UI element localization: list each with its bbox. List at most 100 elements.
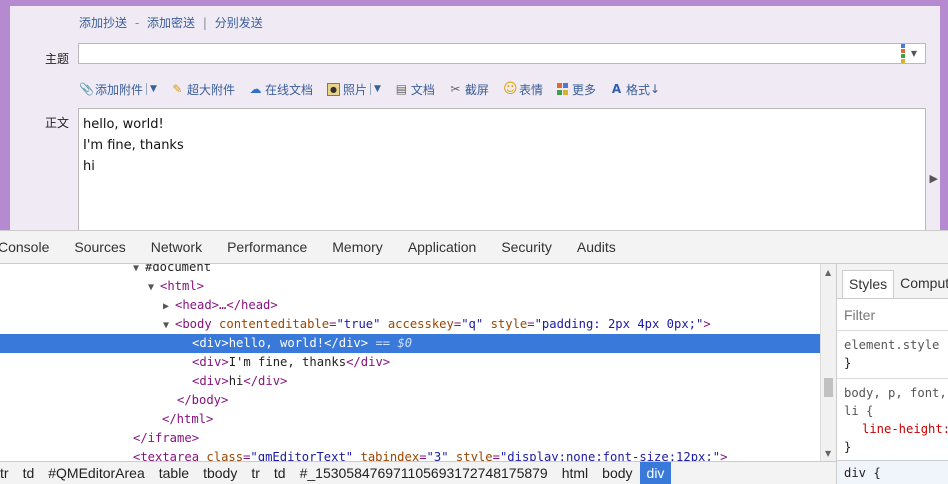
node-tag: > [720,450,728,461]
rule-selector[interactable]: body, p, font, [844,384,948,402]
cc-links: 添加抄送 - 添加密送 | 分别发送 [79,14,263,31]
breadcrumb-item[interactable]: tr [244,462,267,484]
emoji-button[interactable]: ☺ 表情 [503,81,543,98]
rule-selector[interactable]: li { [844,402,948,420]
dom-node-html-close[interactable]: </html> [0,410,820,429]
breadcrumb-item[interactable]: table [152,462,196,484]
node-tag: </iframe> [133,431,200,445]
subject-format-grid-icon[interactable]: ▼ [901,44,917,63]
elements-tree: ▼ #document ▼ <html> ▶ <head>…</head> ▼ <bod… [0,264,820,461]
node-tag: </div> [324,336,369,350]
collapse-triangle-icon[interactable]: ▼ [133,264,145,278]
rule-close: } [844,440,852,454]
add-cc-link[interactable]: 添加抄送 [79,16,127,30]
window-frame-right [940,0,948,230]
tab-computed[interactable]: Computed [894,270,948,298]
large-attachment-button[interactable]: ✎ 超大附件 [171,81,235,98]
add-attachment-label: 添加附件 [95,82,144,97]
rule-selector[interactable]: element.style { [844,336,948,354]
document-label: 文档 [410,82,435,97]
subject-input[interactable]: ▼ [78,43,926,64]
scroll-up-icon[interactable]: ▲ [825,268,831,277]
tab-sources[interactable]: Sources [74,239,125,255]
tab-security[interactable]: Security [501,239,552,255]
tab-memory[interactable]: Memory [332,239,383,255]
styles-filter-input[interactable]: Filter [837,299,948,331]
online-doc-icon: ☁ [249,81,262,96]
mail-compose-panel: ▶ 添加抄送 - 添加密送 | 分别发送 主题 ▼ 📎 添加附件 ▼ ✎ 超大附… [0,0,948,232]
send-separately-link[interactable]: 分别发送 [215,16,263,30]
breadcrumb-item[interactable]: td [267,462,293,484]
format-button[interactable]: A 格式 ↓ [610,81,660,98]
dom-node-html[interactable]: ▼ <html> [0,277,820,296]
add-bcc-link[interactable]: 添加密送 [147,16,195,30]
breadcrumb-item[interactable]: tr [0,462,16,484]
document-button[interactable]: ▤ 文档 [395,81,435,98]
subject-label: 主题 [45,52,70,66]
dom-node-textarea[interactable]: <textarea class="qmEditorText" tabindex=… [0,448,820,461]
breadcrumb-item[interactable]: body [595,462,639,484]
rule-property[interactable]: line-height: [844,420,948,438]
scroll-down-icon[interactable]: ▼ [825,449,831,458]
more-grid-icon [556,83,569,95]
breadcrumb-item[interactable]: #_153058476971105693172748175879 [293,462,555,484]
dom-node-document[interactable]: ▼ #document [0,264,820,277]
document-icon: ▤ [395,81,408,96]
more-button[interactable]: 更多 [556,81,596,98]
tab-console[interactable]: Console [0,239,49,255]
expand-arrow-icon[interactable]: ▶ [930,172,938,185]
attr-value: "display:none;font-size:12px;" [499,450,721,461]
style-rule-div[interactable]: div { [837,460,948,484]
dom-node-head[interactable]: ▶ <head>…</head> [0,296,820,315]
photo-button[interactable]: ● 照片 ▼ [326,81,381,98]
tab-styles[interactable]: Styles [842,270,895,298]
attr-name: class [206,450,244,461]
node-tag: </div> [346,355,391,369]
node-text: I'm fine, thanks [228,355,347,369]
smiley-icon: ☺ [502,80,518,97]
collapse-triangle-icon[interactable]: ▼ [163,316,175,335]
dom-node-iframe-close[interactable]: </iframe> [0,429,820,448]
tab-network[interactable]: Network [151,239,202,255]
dom-node-body[interactable]: ▼ <body contenteditable="true" accesskey=… [0,315,820,334]
link-separator: | [202,16,207,30]
dom-node-div[interactable]: <div>hi</div> [0,372,820,391]
screenshot-label: 截屏 [464,82,489,97]
node-tag: <head>…</head> [175,298,278,312]
dom-node-div[interactable]: <div>I'm fine, thanks</div> [0,353,820,372]
dom-node-body-close[interactable]: </body> [0,391,820,410]
node-tag: <textarea [133,450,200,461]
breadcrumb-item[interactable]: html [555,462,595,484]
online-doc-label: 在线文档 [264,82,313,97]
tab-audits[interactable]: Audits [577,239,616,255]
add-attachment-button[interactable]: 📎 添加附件 ▼ [79,81,157,98]
tab-application[interactable]: Application [408,239,477,255]
large-attachment-label: 超大附件 [186,82,235,97]
online-doc-button[interactable]: ☁ 在线文档 [249,81,313,98]
editor-line: hi [83,159,95,174]
attr-name: tabindex [360,450,420,461]
scissors-icon: ✂ [450,81,461,96]
scrollbar-thumb[interactable] [824,378,833,397]
tab-performance[interactable]: Performance [227,239,307,255]
breadcrumb-item[interactable]: #QMEditorArea [41,462,151,484]
breadcrumb-item[interactable]: tbody [196,462,244,484]
elements-scrollbar[interactable]: ▲ ▼ [820,264,836,461]
breadcrumb-item[interactable]: td [16,462,42,484]
screenshot-button[interactable]: ✂ 截屏 [449,81,489,98]
node-tag: <body [175,317,212,331]
node-text: hi [228,374,244,388]
chevron-down-icon[interactable]: ▼ [150,84,157,94]
breadcrumb-item-active[interactable]: div [639,462,672,484]
node-tag: </div> [243,374,288,388]
attr-value: "padding: 2px 4px 0px;" [534,317,704,331]
collapse-triangle-icon[interactable]: ▼ [148,278,160,297]
window-frame-top [10,0,940,6]
attr-name: style [455,450,493,461]
style-rule-body: body, p, font, li { line-height: } [837,379,948,462]
dom-node-div-selected[interactable]: <div>hello, world!</div> == $0 [0,334,820,353]
body-editor[interactable]: hello, world! I'm fine, thanks hi [78,108,926,232]
expand-triangle-icon[interactable]: ▶ [163,297,175,316]
format-icon: A [611,81,622,96]
chevron-down-icon[interactable]: ▼ [374,84,381,94]
